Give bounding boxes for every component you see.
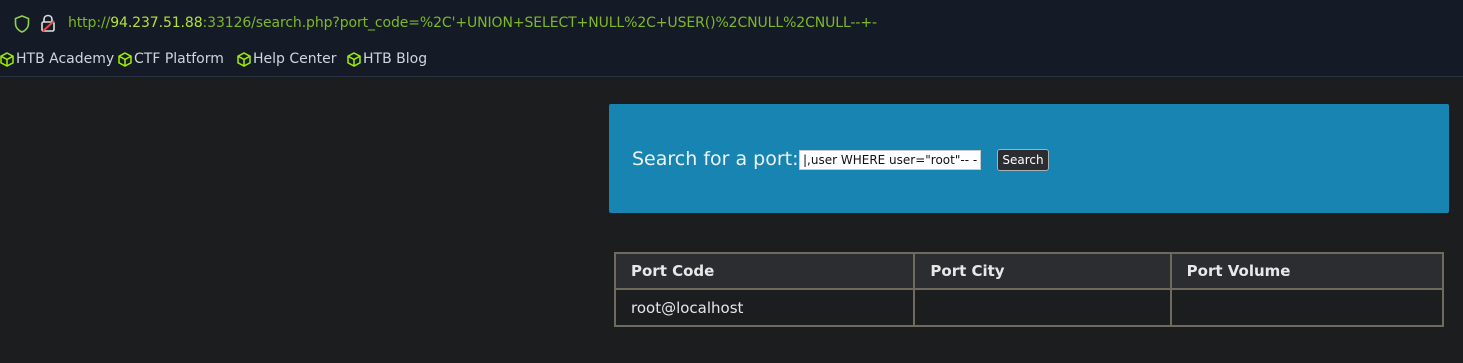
search-input[interactable]: |,user WHERE user="root"-- - <box>799 150 981 170</box>
cell-port-city <box>913 288 1172 327</box>
column-header-port-city: Port City <box>913 252 1172 290</box>
lock-warning-icon[interactable] <box>40 14 56 32</box>
bookmark-label: CTF Platform <box>134 51 224 67</box>
url-text[interactable]: http://94.237.51.88:33126/search.php?por… <box>68 15 877 31</box>
column-header-port-volume: Port Volume <box>1169 252 1445 290</box>
bookmarks-toolbar: HTB Academy CTF Platform Help Center HTB… <box>0 44 1463 77</box>
bookmark-label: HTB Academy <box>16 51 115 67</box>
bookmark-label: HTB Blog <box>363 51 428 67</box>
cube-icon <box>118 52 132 67</box>
search-label: Search for a port: <box>632 148 799 170</box>
cube-icon <box>347 52 361 67</box>
url-prefix: http:// <box>68 15 111 31</box>
address-bar[interactable]: http://94.237.51.88:33126/search.php?por… <box>0 0 1463 44</box>
search-button[interactable]: Search <box>997 149 1049 171</box>
shield-icon[interactable] <box>14 15 30 33</box>
search-panel: Search for a port: |,user WHERE user="ro… <box>609 104 1449 213</box>
cell-port-volume <box>1169 288 1445 327</box>
bookmark-label: Help Center <box>253 51 337 67</box>
column-header-port-code: Port Code <box>613 252 916 290</box>
cell-port-code: root@localhost <box>613 288 916 327</box>
url-path: :33126/search.php?port_code=%2C'+UNION+S… <box>202 15 877 31</box>
table-header-row: Port Code Port City Port Volume <box>613 252 1445 290</box>
cube-icon <box>0 52 14 67</box>
table-row: root@localhost <box>613 288 1445 327</box>
cube-icon <box>237 52 251 67</box>
url-host: 94.237.51.88 <box>110 15 203 31</box>
results-table: Port Code Port City Port Volume root@loc… <box>613 252 1445 327</box>
